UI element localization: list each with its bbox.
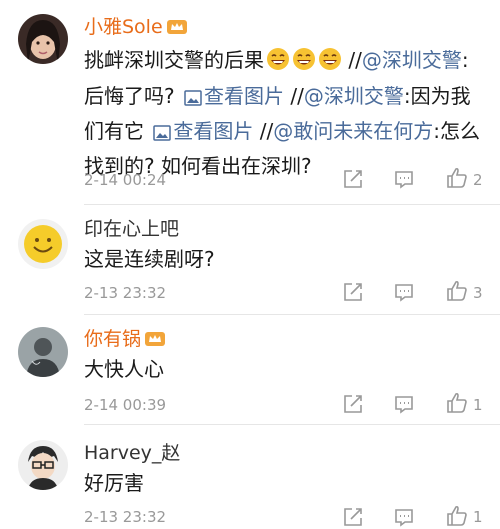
like-count: 1: [473, 508, 483, 526]
like-count: 1: [473, 396, 483, 414]
view-image-link[interactable]: 查看图片: [181, 84, 284, 108]
avatar[interactable]: [18, 14, 68, 64]
vip-crown-icon: [166, 18, 188, 42]
like-count: 3: [473, 284, 483, 302]
comment-item: 印在心上吧 这是连续剧呀? 2-13 23:32 3: [0, 205, 500, 315]
mention-link[interactable]: @深圳交警: [362, 48, 462, 72]
laugh-emoji-icon: [292, 47, 316, 80]
laugh-emoji-icon: [266, 47, 290, 80]
like-button[interactable]: [446, 280, 468, 306]
share-button[interactable]: [343, 282, 363, 306]
avatar[interactable]: [18, 440, 68, 490]
comment-text: 好厉害: [84, 471, 144, 495]
vip-crown-icon: [144, 330, 166, 354]
mention-link[interactable]: @敢问未来在何方: [273, 119, 433, 143]
reply-button[interactable]: [394, 169, 414, 193]
comment-time: 2-13 23:32: [84, 284, 167, 302]
comment-time: 2-14 00:39: [84, 396, 167, 414]
reply-button[interactable]: [394, 394, 414, 418]
comment-text: 大快人心: [84, 357, 164, 381]
like-button[interactable]: [446, 167, 468, 193]
avatar[interactable]: [18, 327, 68, 377]
share-button[interactable]: [343, 394, 363, 418]
username[interactable]: Harvey_赵: [84, 441, 180, 465]
laugh-emoji-icon: [318, 47, 342, 80]
like-button[interactable]: [446, 505, 468, 529]
image-icon: [153, 118, 172, 150]
image-icon: [184, 83, 202, 115]
share-button[interactable]: [343, 169, 363, 193]
comment-item: Harvey_赵 好厉害 2-13 23:32 1: [0, 425, 500, 529]
comment-item: 小雅Sole 挑衅深圳交警的后果 //@深圳交警: 后悔了吗? 查看图片 //@…: [0, 0, 500, 205]
username[interactable]: 印在心上吧: [84, 217, 179, 241]
like-button[interactable]: [446, 392, 468, 418]
comment-text: 挑衅深圳交警的后果 //@深圳交警: 后悔了吗? 查看图片 //@深圳交警:因为…: [84, 47, 480, 178]
comment-text: 这是连续剧呀?: [84, 247, 215, 271]
comment-item: 你有锅 大快人心 2-14 00:39 1: [0, 315, 500, 425]
comment-time: 2-13 23:32: [84, 508, 167, 526]
mention-link[interactable]: @深圳交警: [304, 84, 404, 108]
view-image-link[interactable]: 查看图片: [150, 119, 253, 143]
username[interactable]: 小雅Sole: [84, 15, 188, 42]
reply-button[interactable]: [394, 282, 414, 306]
avatar[interactable]: [18, 219, 68, 269]
comment-time: 2-14 00:24: [84, 171, 167, 189]
like-count: 2: [473, 171, 483, 189]
username[interactable]: 你有锅: [84, 327, 166, 354]
share-button[interactable]: [343, 507, 363, 529]
reply-button[interactable]: [394, 507, 414, 529]
